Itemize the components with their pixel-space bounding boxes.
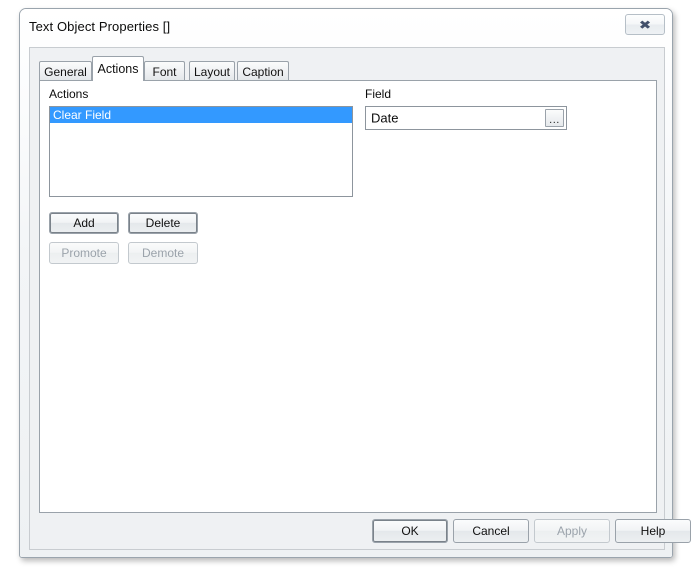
tab-general-label: General xyxy=(44,64,87,79)
ok-button[interactable]: OK xyxy=(372,519,448,543)
tab-strip: General Actions Font Layout Caption xyxy=(39,56,657,81)
title-bar: Text Object Properties [] ✖ xyxy=(20,9,672,46)
apply-button-label: Apply xyxy=(556,524,588,538)
list-item[interactable]: Clear Field xyxy=(50,107,352,123)
tab-font[interactable]: Font xyxy=(144,61,185,81)
cancel-button-label: Cancel xyxy=(472,524,510,538)
demote-button-label: Demote xyxy=(141,246,185,260)
tab-caption-label: Caption xyxy=(242,64,284,79)
close-button[interactable]: ✖ xyxy=(625,14,665,35)
tab-general[interactable]: General xyxy=(39,61,92,81)
ellipsis-icon: ... xyxy=(549,114,560,126)
delete-button[interactable]: Delete xyxy=(128,212,198,234)
demote-button: Demote xyxy=(128,242,198,264)
tab-font-label: Font xyxy=(152,64,177,79)
cancel-button[interactable]: Cancel xyxy=(453,519,529,543)
tab-layout[interactable]: Layout xyxy=(189,61,235,81)
window-title: Text Object Properties [] xyxy=(29,19,171,34)
ok-button-label: OK xyxy=(401,524,419,538)
tab-actions-label: Actions xyxy=(97,62,139,76)
add-button-label: Add xyxy=(73,216,95,230)
help-button-label: Help xyxy=(640,524,666,538)
promote-button: Promote xyxy=(49,242,119,264)
dialog-window-inner: Text Object Properties [] ✖ General Acti… xyxy=(20,9,691,557)
tab-caption[interactable]: Caption xyxy=(237,61,289,81)
apply-button: Apply xyxy=(534,519,610,543)
field-input[interactable]: Date ... xyxy=(365,106,567,130)
promote-button-label: Promote xyxy=(61,246,107,260)
tab-panel-actions: Actions Clear Field Add Delete Promote D… xyxy=(39,80,657,513)
field-input-value: Date xyxy=(371,110,399,126)
dialog-body: General Actions Font Layout Caption Acti… xyxy=(29,47,691,550)
dialog-window: Text Object Properties [] ✖ General Acti… xyxy=(19,8,691,558)
tab-actions[interactable]: Actions xyxy=(92,56,144,81)
help-button[interactable]: Help xyxy=(615,519,691,543)
add-button[interactable]: Add xyxy=(49,212,119,234)
field-browse-button[interactable]: ... xyxy=(545,109,564,127)
actions-listbox[interactable]: Clear Field xyxy=(49,106,353,197)
field-group-label: Field xyxy=(365,87,392,101)
delete-button-label: Delete xyxy=(145,216,181,230)
screen: Text Object Properties [] ✖ General Acti… xyxy=(0,0,693,576)
close-icon: ✖ xyxy=(638,17,652,32)
dialog-footer: OK Cancel Apply Help xyxy=(30,513,691,549)
actions-group-label: Actions xyxy=(49,87,89,101)
tab-layout-label: Layout xyxy=(193,64,231,79)
